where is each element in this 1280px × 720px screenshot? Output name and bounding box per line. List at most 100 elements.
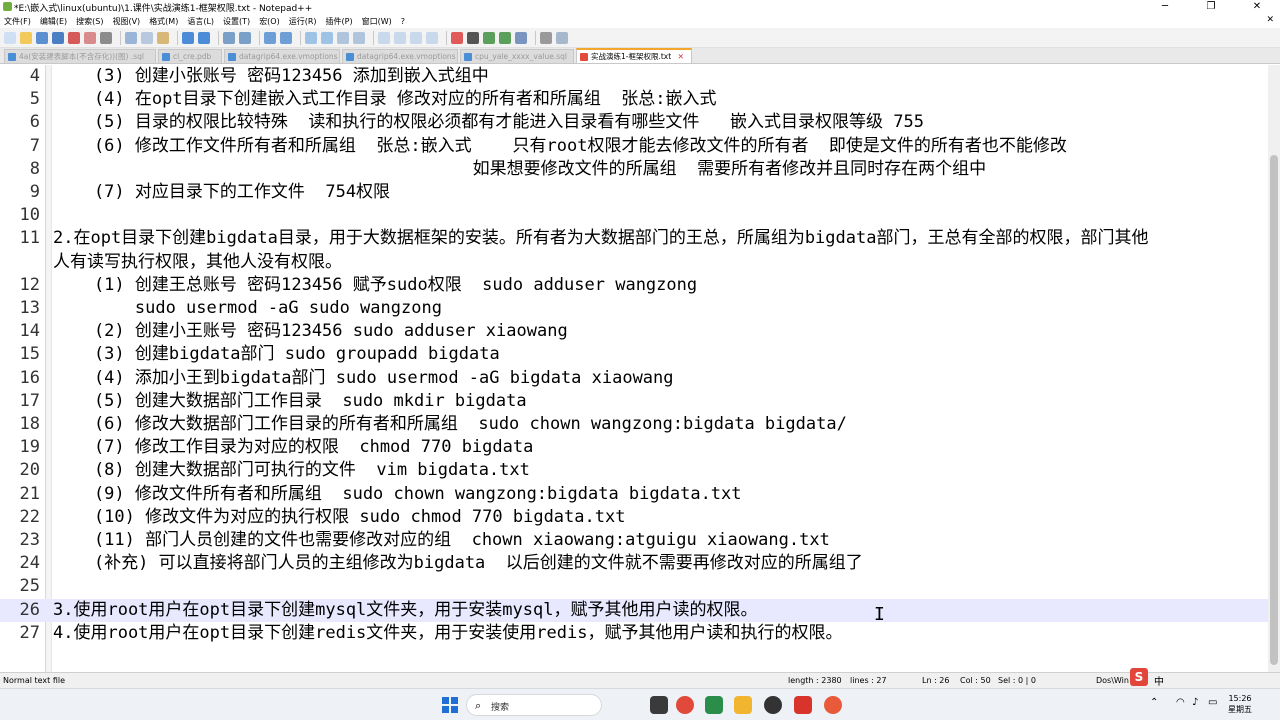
stop-macro-icon[interactable] [467,31,479,44]
show-all-chars-icon[interactable] [337,31,349,44]
text-editor[interactable]: 4 (3) 创建小张账号 密码123456 添加到嵌入式组中 5 (4) 在opt… [0,65,1268,672]
editor-line[interactable]: 23 (11) 部门人员创建的文件也需要修改对应的组 chown xiaowan… [0,529,1268,552]
line-text[interactable]: (3) 创建小张账号 密码123456 添加到嵌入式组中 [53,65,489,88]
find-icon[interactable] [223,31,235,44]
zoom-out-icon[interactable] [280,31,292,44]
editor-line[interactable]: 18 (6) 修改大数据部门工作目录的所有者和所属组 sudo chown wa… [0,413,1268,436]
paste-icon[interactable] [157,31,169,44]
editor-line[interactable]: 5 (4) 在opt目录下创建嵌入式工作目录 修改对应的所有者和所属组 张总:嵌… [0,88,1268,111]
line-text[interactable]: (10) 修改文件为对应的执行权限 sudo chmod 770 bigdata… [53,506,626,529]
line-text[interactable]: (6) 修改大数据部门工作目录的所有者和所属组 sudo chown wangz… [53,413,847,436]
menu-language[interactable]: 语言(L) [187,16,214,27]
show-hidden-icons-icon[interactable]: ⌃ [1150,697,1158,708]
redo-icon[interactable] [198,31,210,44]
function-list-icon[interactable] [394,31,406,44]
open-file-icon[interactable] [20,31,32,44]
chrome-icon[interactable] [676,696,694,714]
save-macro-icon[interactable] [515,31,527,44]
editor-line[interactable]: 17 (5) 创建大数据部门工作目录 sudo mkdir bigdata [0,390,1268,413]
menu-run[interactable]: 运行(R) [289,16,317,27]
doc-map-icon[interactable] [378,31,390,44]
word-wrap-icon[interactable] [321,31,333,44]
new-file-icon[interactable] [4,31,16,44]
editor-line[interactable]: 24 (补充) 可以直接将部门人员的主组修改为bigdata 以后创建的文件就不… [0,552,1268,575]
menu-search[interactable]: 搜索(S) [76,16,103,27]
menu-edit[interactable]: 编辑(E) [40,16,67,27]
line-text[interactable]: 人有读写执行权限，其他人没有权限。 [53,251,342,274]
line-text[interactable]: 如果想要修改文件的所属组 需要所有者修改并且同时存在两个组中 [53,158,986,181]
tab-cl-cre[interactable]: cl_cre.pdb [158,49,222,63]
editor-line[interactable]: 6 (5) 目录的权限比较特殊 读和执行的权限必须都有才能进入目录看有哪些文件 … [0,111,1268,134]
line-text[interactable]: (4) 添加小王到bigdata部门 sudo usermod -aG bigd… [53,367,674,390]
editor-line[interactable]: 8 如果想要修改文件的所属组 需要所有者修改并且同时存在两个组中 [0,158,1268,181]
cut-icon[interactable] [125,31,137,44]
editor-line[interactable]: 22 (10) 修改文件为对应的执行权限 sudo chmod 770 bigd… [0,506,1268,529]
hex-editor-icon[interactable] [540,31,552,44]
editor-line[interactable]: 人有读写执行权限，其他人没有权限。 [0,251,1268,274]
editor-line[interactable]: 11 2.在opt目录下创建bigdata目录，用于大数据框架的安装。所有者为大数… [0,227,1268,250]
line-text[interactable]: (1) 创建王总账号 密码123456 赋予sudo权限 sudo adduse… [53,274,697,297]
menu-macro[interactable]: 宏(O) [259,16,280,27]
print-icon[interactable] [100,31,112,44]
save-icon[interactable] [36,31,48,44]
tab-datagrip-vmoptions-1[interactable]: datagrip64.exe.vmoptions [224,49,340,63]
save-all-icon[interactable] [52,31,64,44]
line-text[interactable]: (6) 修改工作文件所有者和所属组 张总:嵌入式 只有root权限才能去修改文件… [53,135,1067,158]
line-text[interactable]: (7) 对应目录下的工作文件 754权限 [53,181,390,204]
line-text[interactable]: sudo usermod -aG sudo wangzong [53,297,442,320]
line-text[interactable]: (5) 目录的权限比较特殊 读和执行的权限必须都有才能进入目录看有哪些文件 嵌入… [53,111,924,134]
taskbar-clock[interactable]: 15:26 星期五 [1228,693,1252,715]
battery-icon[interactable]: ▭ [1208,697,1217,708]
app-icon[interactable] [824,696,842,714]
record-macro-icon[interactable] [451,31,463,44]
file-explorer-icon[interactable] [734,696,752,714]
editor-line[interactable]: 20 (8) 创建大数据部门可执行的文件 vim bigdata.txt [0,459,1268,482]
spell-check-icon[interactable] [556,31,568,44]
wifi-icon[interactable]: ◠ [1176,697,1185,708]
editor-line[interactable]: 21 (9) 修改文件所有者和所属组 sudo chown wangzong:b… [0,483,1268,506]
editor-line[interactable]: 16 (4) 添加小王到bigdata部门 sudo usermod -aG b… [0,367,1268,390]
task-view-icon[interactable] [650,696,668,714]
line-text[interactable]: (9) 修改文件所有者和所属组 sudo chown wangzong:bigd… [53,483,742,506]
line-text[interactable]: 4.使用root用户在opt目录下创建redis文件夹，用于安装使用redis，… [53,622,842,645]
line-text[interactable]: (8) 创建大数据部门可执行的文件 vim bigdata.txt [53,459,530,482]
volume-icon[interactable]: ♪ [1192,697,1198,708]
indent-guide-icon[interactable] [353,31,365,44]
close-document-icon[interactable]: ✕ [1266,15,1274,25]
folder-workspace-icon[interactable] [410,31,422,44]
menu-view[interactable]: 视图(V) [112,16,140,27]
editor-line[interactable]: 12 (1) 创建王总账号 密码123456 赋予sudo权限 sudo add… [0,274,1268,297]
wps-icon[interactable] [794,696,812,714]
close-button[interactable]: ✕ [1234,0,1280,14]
menu-help[interactable]: ? [401,17,405,26]
sync-scroll-icon[interactable] [305,31,317,44]
line-text[interactable]: (4) 在opt目录下创建嵌入式工作目录 修改对应的所有者和所属组 张总:嵌入式 [53,88,717,111]
tab-close-icon[interactable]: ✕ [678,52,684,61]
line-text[interactable]: (5) 创建大数据部门工作目录 sudo mkdir bigdata [53,390,527,413]
run-macro-multiple-icon[interactable] [499,31,511,44]
editor-line[interactable]: 27 4.使用root用户在opt目录下创建redis文件夹，用于安装使用redi… [0,622,1268,645]
editor-line[interactable]: 13 sudo usermod -aG sudo wangzong [0,297,1268,320]
editor-line[interactable]: 15 (3) 创建bigdata部门 sudo groupadd bigdata [0,343,1268,366]
obs-icon[interactable] [764,696,782,714]
play-macro-icon[interactable] [483,31,495,44]
line-text[interactable]: (补充) 可以直接将部门人员的主组修改为bigdata 以后创建的文件就不需要再… [53,552,863,575]
tab-sql-script[interactable]: 4a(安装建表脚本(不含存化))(图) .sql [4,49,156,63]
line-text[interactable]: 2.在opt目录下创建bigdata目录，用于大数据框架的安装。所有者为大数据部… [53,227,1148,250]
zoom-in-icon[interactable] [264,31,276,44]
taskbar-search[interactable]: ⌕ 搜索 [466,694,602,716]
windows-start-icon[interactable] [442,697,458,713]
menu-settings[interactable]: 设置(T) [223,16,250,27]
close-all-icon[interactable] [84,31,96,44]
line-text[interactable]: (7) 修改工作目录为对应的权限 chmod 770 bigdata [53,436,533,459]
tab-active-document[interactable]: 实战演练1-框架权限.txt ✕ [576,48,692,63]
maximize-button[interactable]: ❐ [1188,0,1234,14]
menu-plugins[interactable]: 插件(P) [326,16,353,27]
excel-icon[interactable] [705,696,723,714]
menu-file[interactable]: 文件(F) [4,16,31,27]
vertical-scrollbar[interactable] [1268,65,1280,672]
monitoring-icon[interactable] [426,31,438,44]
copy-icon[interactable] [141,31,153,44]
line-text[interactable]: (3) 创建bigdata部门 sudo groupadd bigdata [53,343,500,366]
undo-icon[interactable] [182,31,194,44]
